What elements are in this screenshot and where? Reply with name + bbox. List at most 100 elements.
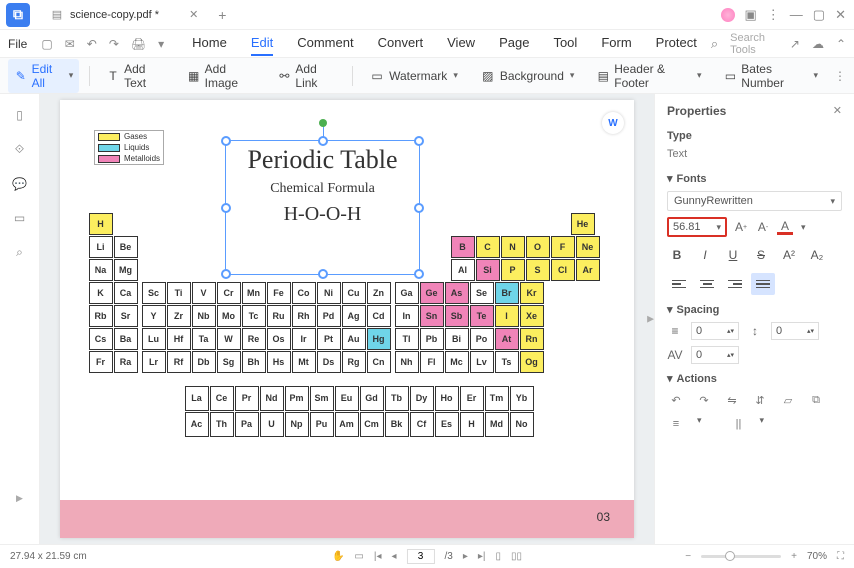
edit-all-button[interactable]: ✎ Edit All▾	[8, 59, 79, 93]
italic-button[interactable]: I	[695, 245, 715, 265]
export-word-icon[interactable]: W	[602, 112, 624, 134]
flip-vertical-icon[interactable]: ⇵	[751, 391, 769, 409]
print-icon[interactable]: 🖨	[131, 37, 146, 51]
minimize-icon[interactable]: —	[790, 7, 803, 22]
close-window-icon[interactable]: ✕	[835, 7, 846, 23]
save-icon[interactable]: ▢	[41, 37, 52, 51]
collapse-ribbon-icon[interactable]: ⌃	[836, 37, 846, 51]
zoom-slider[interactable]	[701, 555, 781, 558]
quick-menu-caret-icon[interactable]: ▾	[158, 37, 164, 51]
toolbar-overflow-icon[interactable]: ⋮	[834, 69, 846, 83]
actions-section-toggle[interactable]: ▾Actions	[667, 372, 842, 385]
tab-comment[interactable]: Comment	[297, 31, 353, 56]
search-placeholder[interactable]: Search Tools	[730, 32, 778, 56]
pdf-page[interactable]: W Gases Liquids Metalloids Periodic Tabl…	[60, 100, 634, 538]
tab-form[interactable]: Form	[601, 31, 631, 56]
decrease-font-icon[interactable]: A-	[755, 219, 771, 235]
expand-left-handle[interactable]: ▶	[16, 493, 23, 504]
zoom-value[interactable]: 70%	[807, 551, 827, 562]
document-tab[interactable]: ▤ science-copy.pdf * ✕	[40, 4, 208, 26]
font-size-input[interactable]: 56.81▾	[667, 217, 727, 237]
para-spacing-input[interactable]: 0▴▾	[771, 322, 819, 340]
font-color-icon[interactable]: A	[777, 219, 793, 235]
tab-close-icon[interactable]: ✕	[189, 8, 198, 21]
list-style-icon[interactable]: ≡	[667, 415, 685, 433]
font-family-select[interactable]: GunnyRewritten▾	[667, 191, 842, 211]
underline-button[interactable]: U	[723, 245, 743, 265]
spacing-preset-icon[interactable]: ||	[730, 415, 748, 433]
extract-icon[interactable]: ⧉	[807, 391, 825, 409]
search-tools-icon[interactable]: ⌕	[711, 36, 718, 52]
redo-icon[interactable]: ↷	[109, 37, 119, 51]
resize-handle-tl[interactable]	[221, 136, 231, 146]
cloud-icon[interactable]: ☁	[812, 37, 824, 51]
zoom-out-icon[interactable]: −	[685, 551, 691, 562]
header-footer-button[interactable]: ▤ Header & Footer▾	[590, 59, 707, 93]
rotate-handle[interactable]	[319, 119, 327, 127]
maximize-icon[interactable]: ▢	[813, 7, 825, 23]
tab-convert[interactable]: Convert	[378, 31, 424, 56]
resize-handle-tr[interactable]	[414, 136, 424, 146]
align-center-button[interactable]	[695, 273, 719, 295]
continuous-page-icon[interactable]: ▯▯	[511, 551, 522, 562]
thumbnails-icon[interactable]: ▯	[16, 108, 23, 122]
align-left-button[interactable]	[667, 273, 691, 295]
background-button[interactable]: ▨ Background▾	[474, 65, 581, 87]
increase-font-icon[interactable]: A+	[733, 219, 749, 235]
kebab-menu-icon[interactable]: ⋮	[767, 7, 780, 23]
rotate-right-icon[interactable]: ↷	[695, 391, 713, 409]
align-justify-button[interactable]	[751, 273, 775, 295]
tab-view[interactable]: View	[447, 31, 475, 56]
char-spacing-input[interactable]: 0▴▾	[691, 346, 739, 364]
new-tab-icon[interactable]: +	[218, 7, 226, 23]
add-image-button[interactable]: ▦ Add Image	[181, 59, 262, 93]
rotate-left-icon[interactable]: ↶	[667, 391, 685, 409]
resize-handle-ml[interactable]	[221, 203, 231, 213]
align-right-button[interactable]	[723, 273, 747, 295]
bates-number-button[interactable]: ▭ Bates Number▾	[717, 59, 823, 93]
tab-home[interactable]: Home	[192, 31, 227, 56]
superscript-button[interactable]: A²	[779, 245, 799, 265]
bookmarks-icon[interactable]: ⟐	[15, 142, 24, 157]
last-page-icon[interactable]: ▸|	[478, 551, 486, 562]
first-page-icon[interactable]: |◂	[374, 551, 382, 562]
zoom-in-icon[interactable]: +	[791, 551, 797, 562]
next-page-icon[interactable]: ▸	[463, 551, 468, 562]
add-link-button[interactable]: ⚯ Add Link	[271, 59, 342, 93]
bold-button[interactable]: B	[667, 245, 687, 265]
resize-handle-mr[interactable]	[414, 203, 424, 213]
resize-handle-tc[interactable]	[318, 136, 328, 146]
tab-edit[interactable]: Edit	[251, 31, 273, 56]
subscript-button[interactable]: A₂	[807, 245, 827, 265]
watermark-button[interactable]: ▭ Watermark▾	[363, 65, 464, 87]
strikethrough-button[interactable]: S	[751, 245, 771, 265]
line-spacing-input[interactable]: 0▴▾	[691, 322, 739, 340]
expand-right-handle[interactable]: ▶	[647, 314, 654, 325]
hand-tool-icon[interactable]: ✋	[332, 551, 344, 562]
crop-icon[interactable]: ▱	[779, 391, 797, 409]
select-tool-icon[interactable]: ▭	[354, 551, 363, 562]
flip-horizontal-icon[interactable]: ⇋	[723, 391, 741, 409]
undo-icon[interactable]: ↶	[87, 37, 97, 51]
fonts-section-toggle[interactable]: ▾Fonts	[667, 172, 842, 185]
mail-icon[interactable]: ✉	[65, 37, 75, 51]
close-panel-icon[interactable]: ✕	[833, 104, 842, 117]
prev-page-icon[interactable]: ◂	[391, 551, 396, 562]
fit-page-icon[interactable]: ⛶	[837, 551, 844, 562]
el: Fe	[267, 282, 291, 304]
attachments-icon[interactable]: ▭	[14, 211, 25, 225]
file-menu[interactable]: File	[8, 37, 27, 51]
page-number-input[interactable]	[407, 549, 435, 564]
tab-tool[interactable]: Tool	[553, 31, 577, 56]
search-panel-icon[interactable]: ⌕	[16, 245, 23, 260]
single-page-icon[interactable]: ▯	[496, 551, 502, 562]
share-icon[interactable]: ↗	[790, 37, 800, 51]
spacing-section-toggle[interactable]: ▾Spacing	[667, 303, 842, 316]
comments-icon[interactable]: 💬	[12, 177, 27, 191]
add-text-button[interactable]: T Add Text	[100, 59, 171, 93]
zoom-thumb[interactable]	[725, 551, 735, 561]
account-avatar-icon[interactable]	[721, 8, 735, 22]
notification-icon[interactable]: ▣	[745, 7, 757, 23]
tab-page[interactable]: Page	[499, 31, 529, 56]
tab-protect[interactable]: Protect	[656, 31, 697, 56]
